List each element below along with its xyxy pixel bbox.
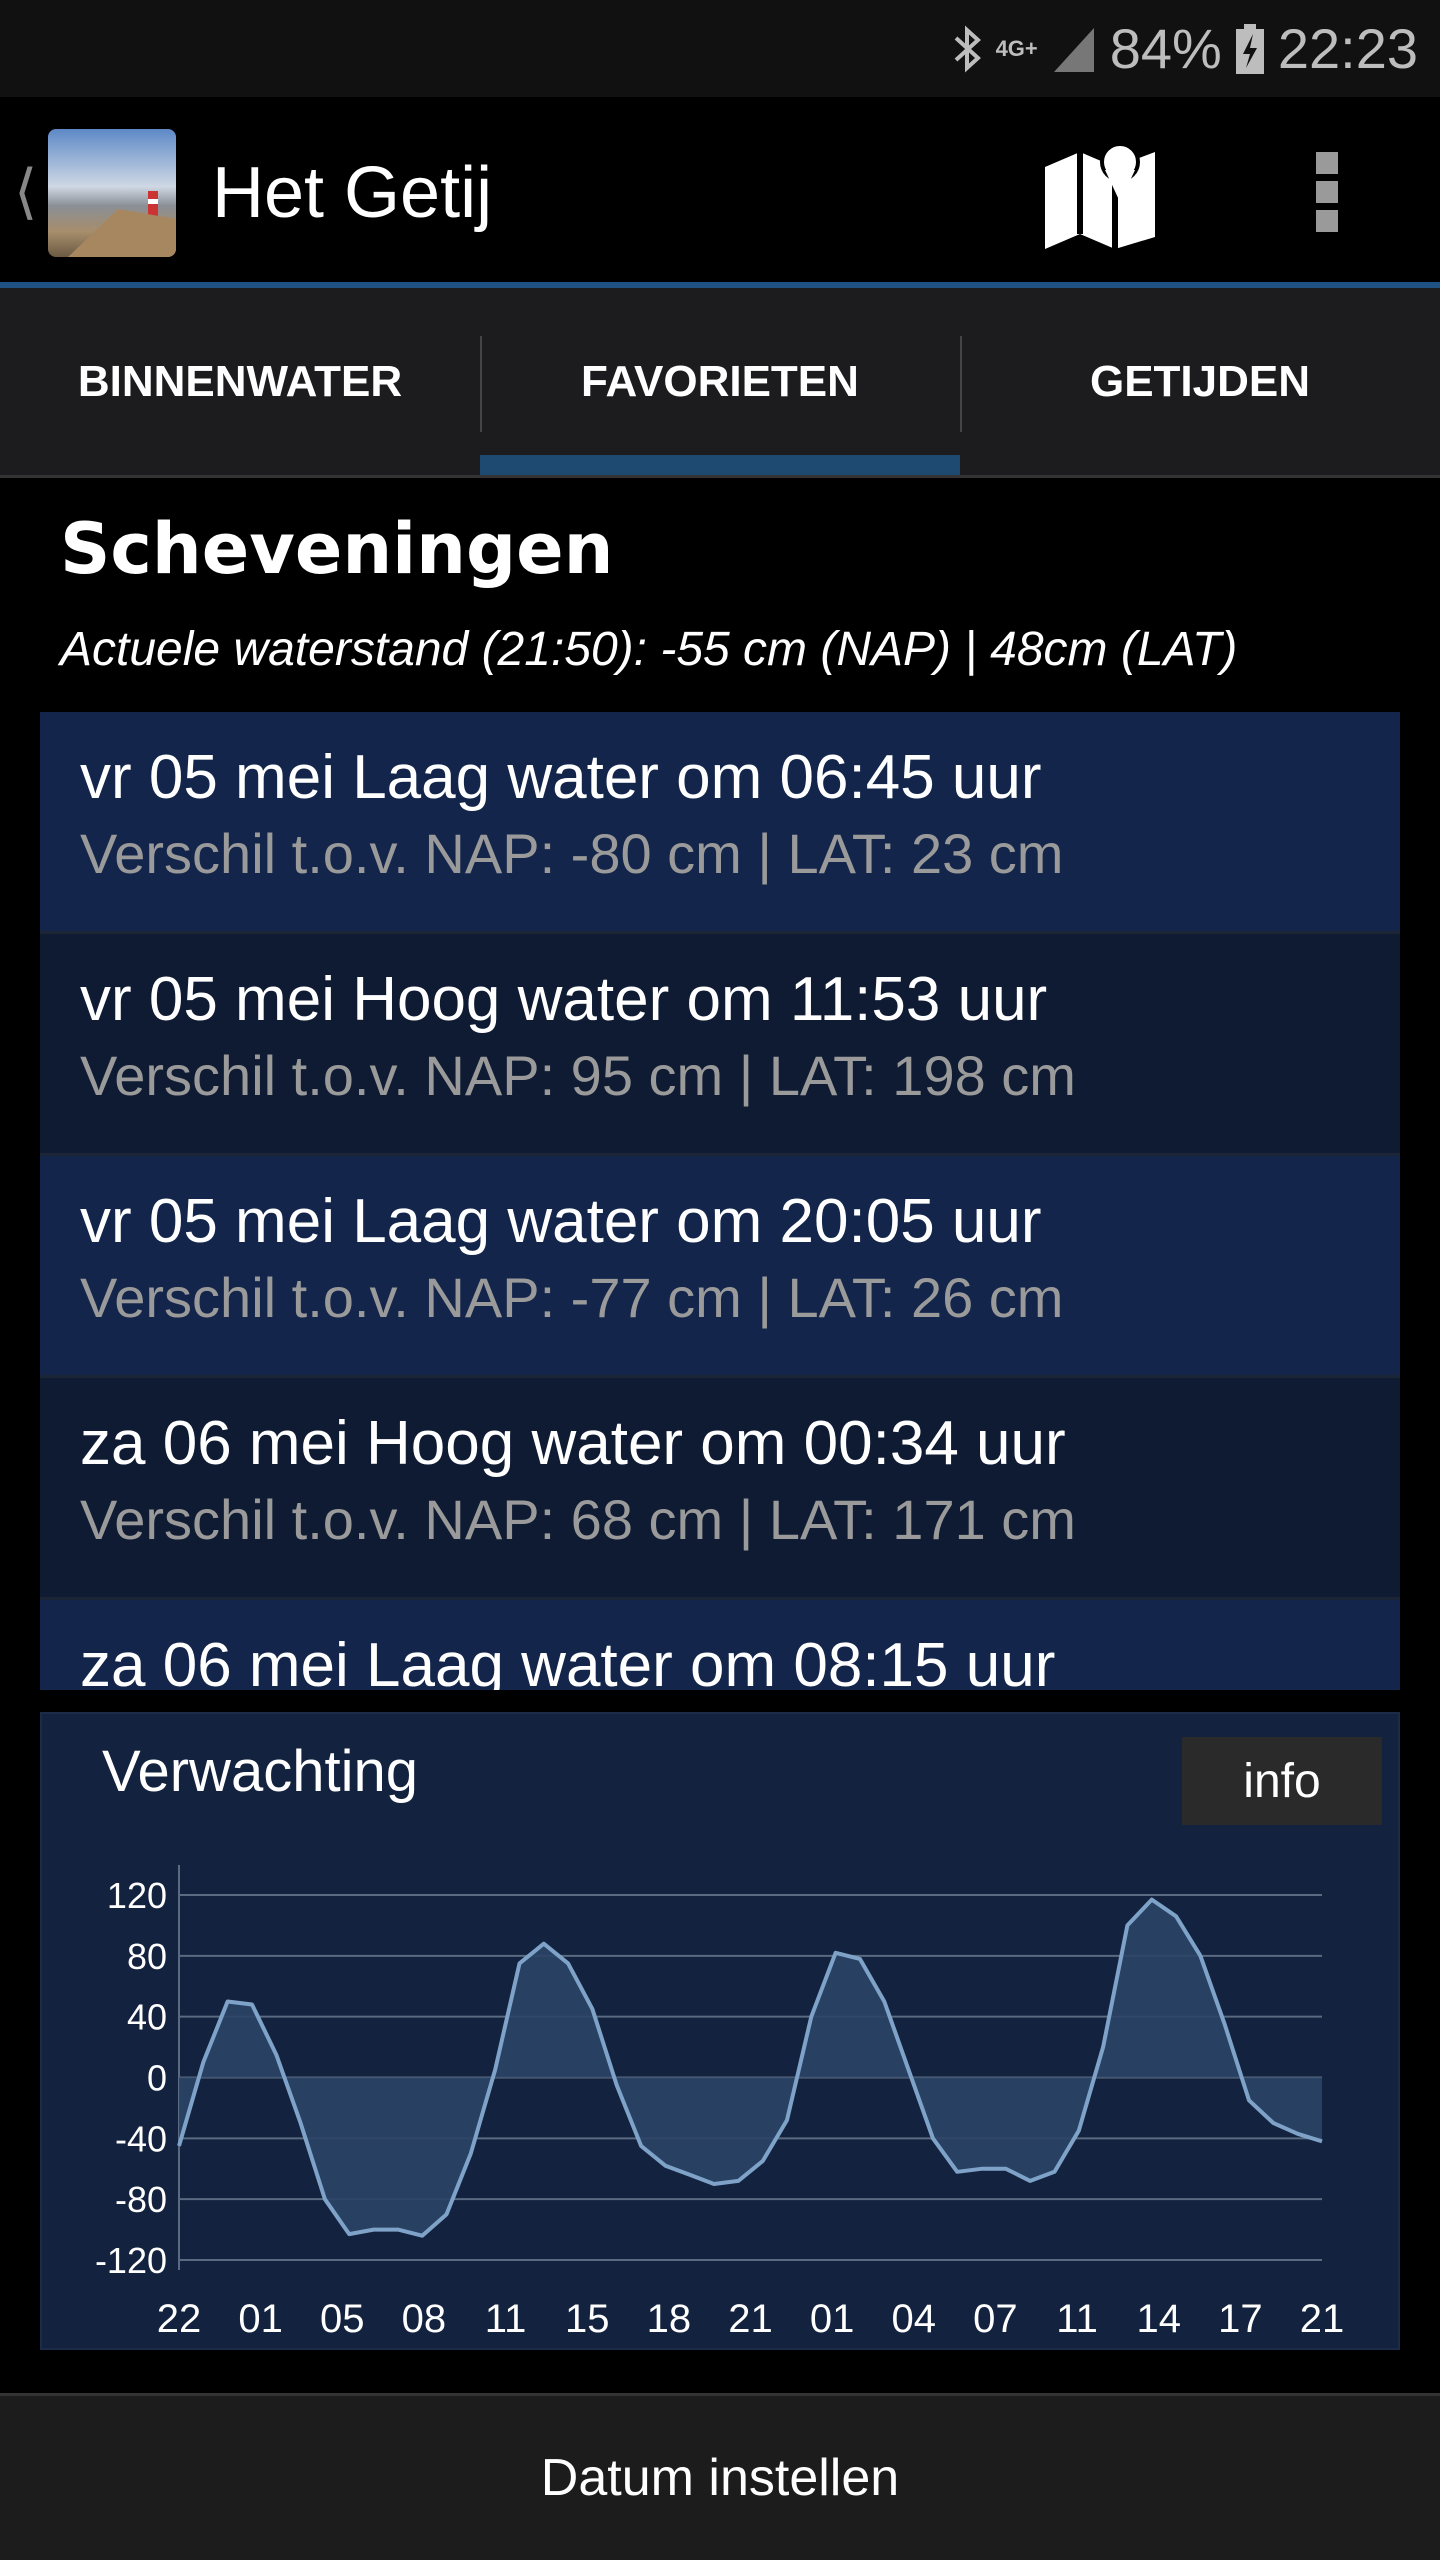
current-water-level: Actuele waterstand (21:50): -55 cm (NAP)… xyxy=(60,623,1238,676)
y-tick-label: -80 xyxy=(115,2179,167,2220)
y-tick-label: -40 xyxy=(115,2118,167,2159)
tide-title: za 06 mei Hoog water om 00:34 uur xyxy=(80,1409,1066,1478)
tide-detail: Verschil t.o.v. NAP: 95 cm | LAT: 198 cm xyxy=(80,1044,1076,1107)
tab-bar: BINNENWATER FAVORIETEN GETIJDEN xyxy=(0,288,1440,478)
tide-list[interactable]: vr 05 mei Laag water om 06:45 uur Verschi… xyxy=(40,712,1400,1690)
list-item[interactable]: vr 05 mei Hoog water om 11:53 uur Verschi… xyxy=(40,934,1400,1156)
tide-detail: Verschil t.o.v. NAP: -80 cm | LAT: 23 cm xyxy=(80,822,1064,885)
x-tick-label: 08 xyxy=(402,2297,447,2341)
tide-title: za 06 mei Laag water om 08:15 uur xyxy=(80,1631,1056,1690)
map-icon[interactable] xyxy=(1040,137,1165,252)
list-item[interactable]: vr 05 mei Laag water om 06:45 uur Verschi… xyxy=(40,712,1400,934)
x-tick-label: 05 xyxy=(320,2297,365,2341)
tab-binnenwater[interactable]: BINNENWATER xyxy=(0,288,480,475)
tab-getijden[interactable]: GETIJDEN xyxy=(960,288,1440,475)
x-tick-label: 07 xyxy=(973,2297,1018,2341)
bluetooth-icon xyxy=(954,24,981,73)
action-bar: ⟨ Het Getij xyxy=(0,97,1440,282)
location-title: Scheveningen xyxy=(60,508,614,590)
app-logo[interactable] xyxy=(48,129,176,257)
list-item[interactable]: za 06 mei Laag water om 08:15 uur xyxy=(40,1600,1400,1690)
y-tick-label: 120 xyxy=(107,1875,167,1916)
tide-detail: Verschil t.o.v. NAP: -77 cm | LAT: 26 cm xyxy=(80,1266,1064,1329)
y-tick-label: 0 xyxy=(147,2058,167,2099)
x-tick-label: 17 xyxy=(1218,2297,1263,2341)
x-tick-label: 01 xyxy=(810,2297,855,2341)
x-tick-label: 04 xyxy=(892,2297,937,2341)
tide-title: vr 05 mei Hoog water om 11:53 uur xyxy=(80,965,1048,1034)
signal-icon xyxy=(1053,27,1094,72)
x-tick-label: 18 xyxy=(647,2297,692,2341)
x-tick-label: 22 xyxy=(157,2297,202,2341)
x-tick-label: 15 xyxy=(565,2297,610,2341)
y-tick-label: -120 xyxy=(95,2240,167,2281)
x-tick-label: 14 xyxy=(1136,2297,1181,2341)
app-title: Het Getij xyxy=(212,153,493,233)
tide-detail: Verschil t.o.v. NAP: 68 cm | LAT: 171 cm xyxy=(80,1488,1076,1551)
battery-percent: 84% xyxy=(1109,17,1222,80)
tide-title: vr 05 mei Laag water om 20:05 uur xyxy=(80,1187,1042,1256)
list-item[interactable]: za 06 mei Hoog water om 00:34 uur Verschi… xyxy=(40,1378,1400,1600)
info-button[interactable]: info xyxy=(1182,1737,1382,1825)
list-item[interactable]: vr 05 mei Laag water om 20:05 uur Verschi… xyxy=(40,1156,1400,1378)
forecast-title: Verwachting xyxy=(102,1739,418,1804)
x-tick-label: 21 xyxy=(1300,2297,1345,2341)
forecast-card: 120 80 40 0 -40 -80 -120 22 01 05 08 11 15 18 21 01 04 07… xyxy=(40,1712,1400,2350)
x-tick-label: 11 xyxy=(485,2297,527,2341)
y-tick-label: 80 xyxy=(127,1936,167,1977)
clock: 22:23 xyxy=(1277,17,1418,80)
overflow-menu-icon[interactable] xyxy=(1316,152,1338,232)
y-tick-label: 40 xyxy=(127,1997,167,2038)
status-bar: 4G+ 84% 22:23 xyxy=(0,0,1440,97)
x-tick-label: 01 xyxy=(238,2297,283,2341)
tide-title: vr 05 mei Laag water om 06:45 uur xyxy=(80,743,1042,812)
x-tick-label: 11 xyxy=(1056,2297,1098,2341)
network-type: 4G+ xyxy=(995,35,1038,61)
x-tick-label: 21 xyxy=(728,2297,773,2341)
area-fill xyxy=(179,1899,1322,2236)
back-icon[interactable]: ⟨ xyxy=(14,157,37,227)
tab-favorieten[interactable]: FAVORIETEN xyxy=(480,288,960,475)
battery-charging-icon xyxy=(1235,23,1264,74)
set-date-button[interactable]: Datum instellen xyxy=(0,2393,1440,2560)
